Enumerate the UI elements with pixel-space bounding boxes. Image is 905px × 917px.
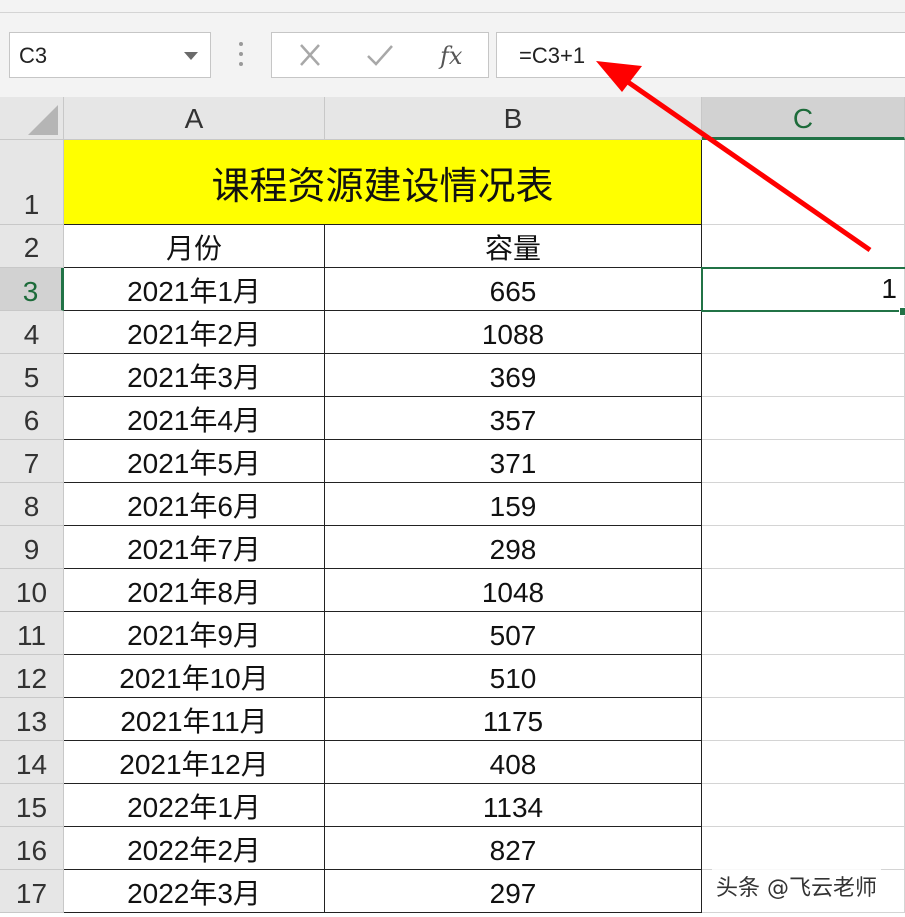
red-arrow-annotation: [596, 61, 872, 253]
watermark: 头条 @飞云老师: [712, 868, 881, 904]
